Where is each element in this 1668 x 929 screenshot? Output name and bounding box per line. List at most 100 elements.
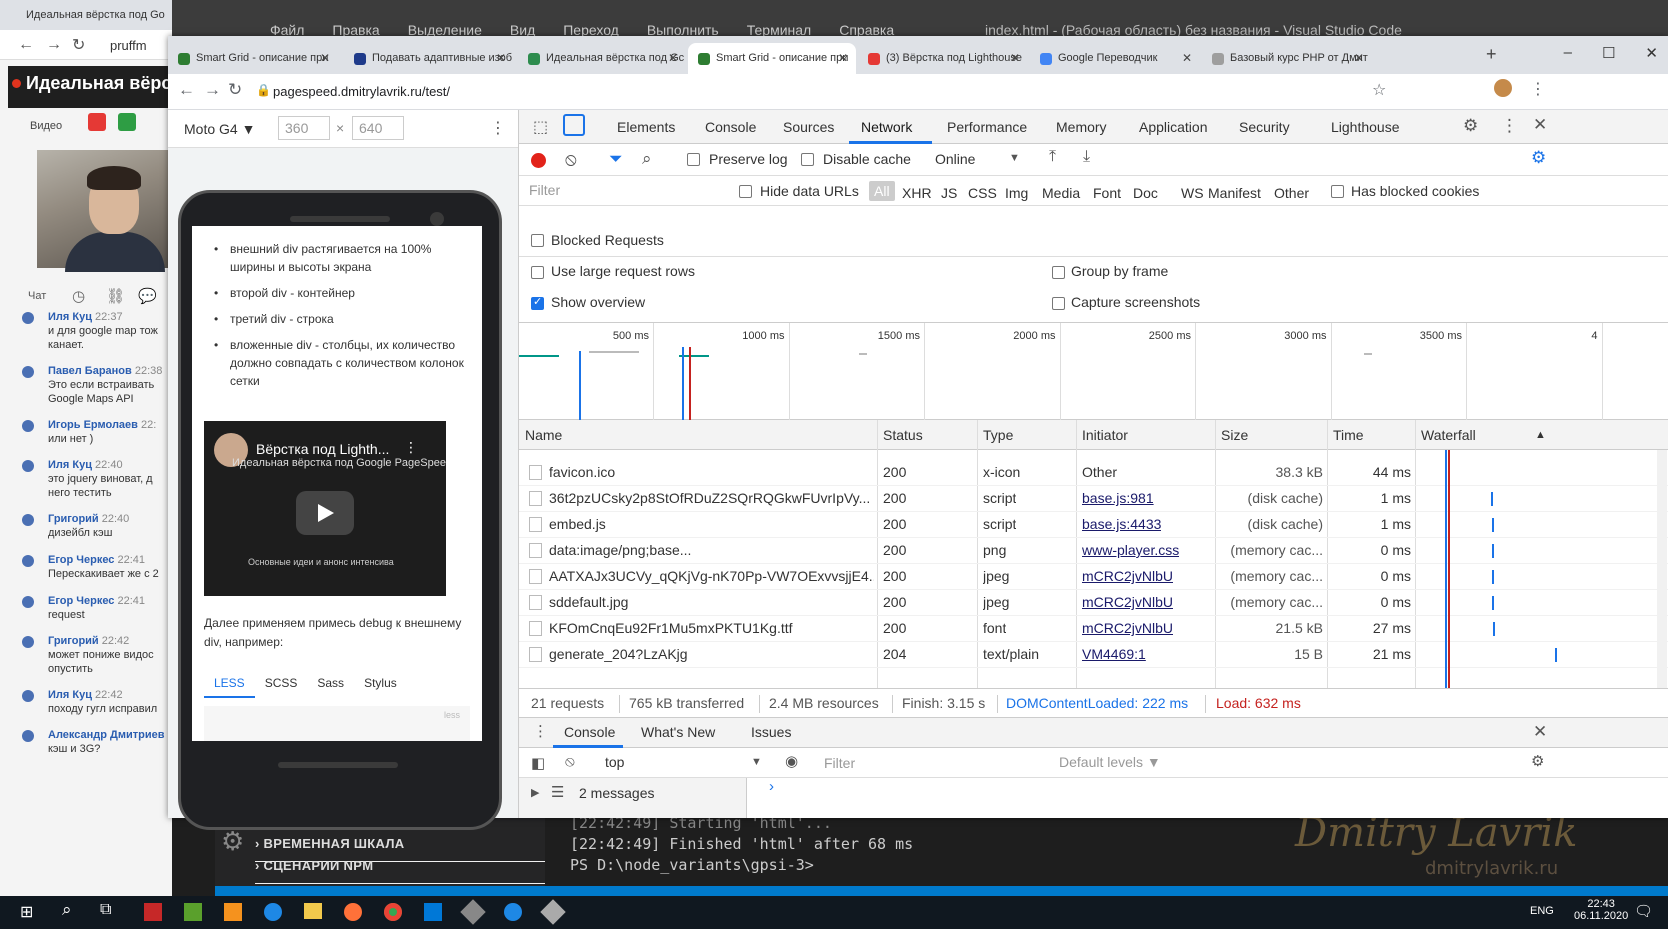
- browser-tab[interactable]: Smart Grid - описание при ✕: [688, 43, 856, 74]
- browser-tab[interactable]: Идеальная вёрстка под Gc ✕: [518, 43, 686, 74]
- device-toggle-icon[interactable]: [563, 114, 585, 136]
- initiator-link[interactable]: base.js:981: [1082, 490, 1154, 506]
- large-rows-checkbox[interactable]: [531, 266, 544, 279]
- vscode-terminal[interactable]: [22:42:49] Starting 'html'... [22:42:49]…: [545, 810, 1668, 888]
- reload-icon[interactable]: ↻: [72, 35, 85, 55]
- clock-icon[interactable]: ◷: [72, 287, 85, 305]
- initiator-link[interactable]: mCRC2jvNlbU: [1082, 620, 1173, 636]
- tab-security[interactable]: Security: [1239, 119, 1290, 135]
- eye-icon[interactable]: ◉: [785, 752, 798, 770]
- clear-icon[interactable]: ⦸: [565, 753, 575, 770]
- zoom-url[interactable]: pruffm: [110, 38, 147, 53]
- tab-application[interactable]: Application: [1139, 119, 1208, 135]
- filezilla-icon[interactable]: [144, 903, 162, 921]
- gear-icon[interactable]: ⚙: [221, 826, 244, 857]
- tab-lighthouse[interactable]: Lighthouse: [1331, 119, 1400, 135]
- windows-start-icon[interactable]: ⊞: [20, 902, 33, 922]
- language-indicator[interactable]: ENG: [1530, 905, 1554, 917]
- drawer-tab-whats-new[interactable]: What's New: [641, 724, 715, 740]
- initiator-link[interactable]: mCRC2jvNlbU: [1082, 594, 1173, 610]
- scrollbar[interactable]: [1657, 450, 1667, 688]
- sort-asc-icon[interactable]: ▲: [1535, 429, 1546, 441]
- gear-icon[interactable]: ⚙: [1531, 752, 1544, 770]
- col-type[interactable]: Type: [983, 427, 1013, 443]
- drawer-tab-issues[interactable]: Issues: [751, 724, 791, 740]
- back-icon[interactable]: ←: [18, 36, 34, 54]
- close-icon[interactable]: ✕: [1533, 115, 1547, 135]
- close-icon[interactable]: ✕: [1533, 722, 1547, 742]
- tab-elements[interactable]: Elements: [617, 119, 675, 135]
- youtube-embed[interactable]: Вёрстка под Lighth... Идеальная вёрстка …: [204, 421, 446, 596]
- close-icon[interactable]: ✕: [668, 51, 678, 65]
- initiator-link[interactable]: mCRC2jvNlbU: [1082, 568, 1173, 584]
- inspect-icon[interactable]: ⬚: [533, 117, 548, 137]
- table-row[interactable]: generate_204?LzAKjg 204 text/plain VM4469:1…: [519, 642, 1668, 668]
- video-label[interactable]: Видео: [30, 120, 62, 132]
- minimize-icon[interactable]: –: [1564, 44, 1572, 62]
- type-filter-ws[interactable]: WS: [1181, 185, 1204, 201]
- tab-less[interactable]: LESS: [204, 668, 255, 698]
- more-icon[interactable]: ⋮: [404, 439, 418, 456]
- capture-screenshots-checkbox[interactable]: [1052, 297, 1065, 310]
- camera-icon[interactable]: [118, 113, 136, 131]
- close-icon[interactable]: ✕: [1645, 44, 1658, 62]
- link-icon[interactable]: ⛓: [106, 287, 125, 305]
- blocked-requests-checkbox[interactable]: [531, 234, 544, 247]
- type-filter-font[interactable]: Font: [1093, 185, 1121, 201]
- url-field[interactable]: pagespeed.dmitrylavrik.ru/test/: [273, 84, 450, 99]
- search-icon[interactable]: ⌕: [62, 900, 72, 920]
- chevron-right-icon[interactable]: ▶: [531, 786, 539, 799]
- sidebar-toggle-icon[interactable]: ◧: [531, 754, 545, 772]
- notifications-icon[interactable]: 🗨: [1634, 902, 1653, 920]
- tab-memory[interactable]: Memory: [1056, 119, 1107, 135]
- type-filter-manifest[interactable]: Manifest: [1208, 185, 1261, 201]
- back-icon[interactable]: ←: [178, 80, 195, 100]
- initiator-link[interactable]: VM4469:1: [1082, 646, 1146, 662]
- edge-icon[interactable]: [264, 903, 282, 921]
- initiator-link[interactable]: www-player.css: [1082, 542, 1179, 558]
- table-row[interactable]: AATXAJx3UCVy_qQKjVg-nK70Pp-VW7OExvvsjjE4…: [519, 564, 1668, 590]
- export-icon[interactable]: ⤓: [1083, 148, 1090, 166]
- hide-data-urls-checkbox[interactable]: [739, 185, 752, 198]
- close-icon[interactable]: ✕: [496, 51, 506, 65]
- log-levels-select[interactable]: Default levels ▼: [1059, 754, 1161, 770]
- tab-scss[interactable]: SCSS: [255, 668, 308, 698]
- device-select[interactable]: Moto G4 ▼: [184, 121, 255, 137]
- initiator-link[interactable]: base.js:4433: [1082, 516, 1161, 532]
- record-icon[interactable]: [531, 153, 546, 168]
- close-icon[interactable]: ✕: [320, 51, 330, 65]
- sublime-icon[interactable]: [224, 903, 242, 921]
- close-icon[interactable]: ✕: [1354, 51, 1364, 65]
- more-icon[interactable]: ⋮: [533, 722, 548, 740]
- browser-tab[interactable]: Smart Grid - описание при ✕: [168, 43, 338, 74]
- gear-icon[interactable]: ⚙: [1463, 116, 1478, 136]
- clear-icon[interactable]: ⦸: [565, 149, 577, 170]
- phone-screen[interactable]: внешний div растягивается на 100% ширины…: [192, 226, 482, 741]
- table-row[interactable]: 36t2pzUCsky2p8StOfRDuZ2SQrRQGkwFUvrIpVy.…: [519, 486, 1668, 512]
- type-filter-other[interactable]: Other: [1274, 185, 1309, 201]
- chat-bubble-icon[interactable]: 💬: [138, 287, 157, 305]
- notepad-icon[interactable]: [184, 903, 202, 921]
- network-overview[interactable]: 500 ms 1000 ms 1500 ms 2000 ms 2500 ms 3000 m…: [519, 322, 1668, 421]
- new-tab-button[interactable]: +: [1486, 44, 1497, 65]
- ie-icon[interactable]: [504, 903, 522, 921]
- explorer-icon[interactable]: [304, 903, 322, 919]
- chat-label[interactable]: Чат: [28, 290, 46, 302]
- chevron-down-icon[interactable]: ▼: [1009, 152, 1020, 164]
- table-row[interactable]: data:image/png;base... 200 png www-player.c…: [519, 538, 1668, 564]
- tab-stylus[interactable]: Stylus: [354, 668, 407, 698]
- type-filter-xhr[interactable]: XHR: [902, 185, 932, 201]
- messages-group[interactable]: 2 messages: [579, 785, 654, 801]
- device-height-input[interactable]: 640: [352, 116, 404, 140]
- star-icon[interactable]: ☆: [1372, 80, 1386, 100]
- avatar[interactable]: [1494, 79, 1512, 97]
- tab-console[interactable]: Console: [705, 119, 756, 135]
- video-title[interactable]: Вёрстка под Lighth...: [256, 441, 389, 457]
- col-initiator[interactable]: Initiator: [1082, 427, 1128, 443]
- table-row[interactable]: KFOmCnqEu92Fr1Mu5mxPKTU1Kg.ttf 200 font mCR…: [519, 616, 1668, 642]
- browser-tab[interactable]: Подавать адаптивные изоб ✕: [344, 43, 514, 74]
- reload-icon[interactable]: ↻: [228, 80, 242, 100]
- table-row[interactable]: sddefault.jpg 200 jpeg mCRC2jvNlbU (memory c…: [519, 590, 1668, 616]
- table-row[interactable]: embed.js 200 script base.js:4433 (disk cache…: [519, 512, 1668, 538]
- forward-icon[interactable]: →: [46, 36, 62, 54]
